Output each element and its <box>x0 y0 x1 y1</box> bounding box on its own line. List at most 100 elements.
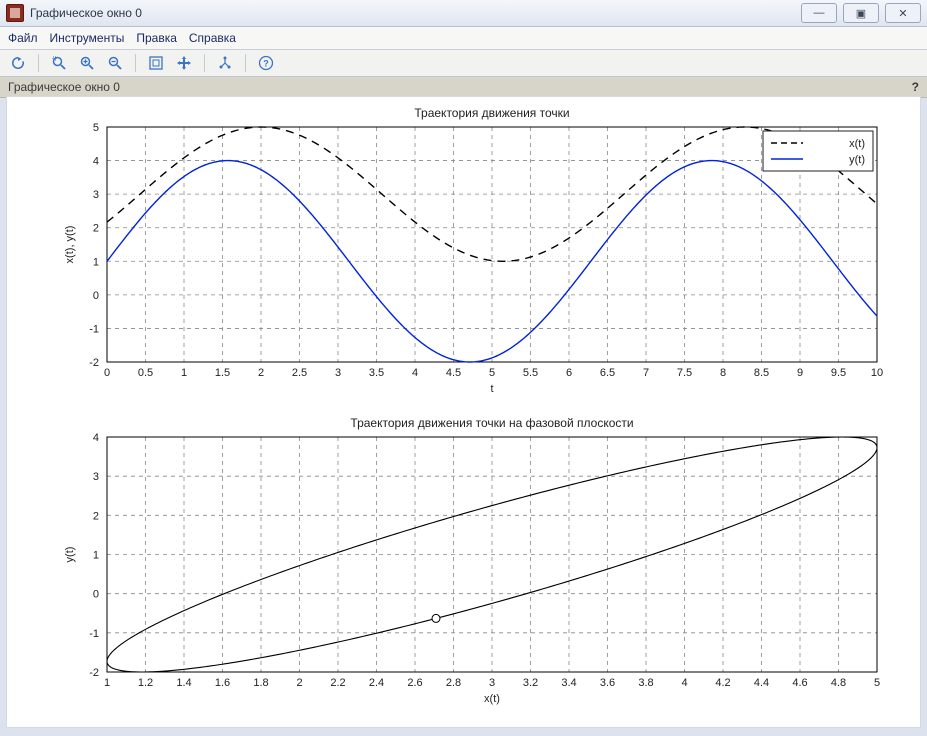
x-tick: 2.6 <box>407 677 422 689</box>
y-tick: 2 <box>93 223 99 235</box>
app-icon <box>6 4 24 22</box>
y-tick: 1 <box>93 550 99 562</box>
x-tick: 4.8 <box>831 677 846 689</box>
svg-text:?: ? <box>263 59 269 69</box>
x-tick: 9.5 <box>831 367 846 379</box>
minimize-button[interactable]: — <box>801 3 837 23</box>
x-tick: 2.2 <box>330 677 345 689</box>
y-tick: -2 <box>89 357 99 369</box>
titlebar[interactable]: Графическое окно 0 — ▣ ✕ <box>0 0 927 27</box>
menu-file[interactable]: Файл <box>8 31 38 45</box>
subheader: Графическое окно 0 ? <box>0 77 927 98</box>
rotate-icon[interactable] <box>6 52 30 74</box>
x-tick: 3.6 <box>600 677 615 689</box>
y-tick: 4 <box>93 156 99 168</box>
x-tick: 4.6 <box>792 677 807 689</box>
end-marker <box>432 614 440 622</box>
close-button[interactable]: ✕ <box>885 3 921 23</box>
x-tick: 2 <box>258 367 264 379</box>
chart-title: Траектория движения точки <box>414 106 569 120</box>
legend: x(t) y(t) <box>763 131 873 171</box>
menu-help[interactable]: Справка <box>189 31 236 45</box>
x-tick: 0 <box>104 367 110 379</box>
legend-label: y(t) <box>849 154 865 166</box>
y-tick: 4 <box>93 432 99 444</box>
x-axis-label: t <box>490 383 493 395</box>
y-tick: -1 <box>89 323 99 335</box>
y-tick: 2 <box>93 510 99 522</box>
y-axis-label: y(t) <box>64 547 76 563</box>
app-window: Графическое окно 0 — ▣ ✕ Файл Инструмент… <box>0 0 927 736</box>
menu-tools[interactable]: Инструменты <box>50 31 125 45</box>
zoom-area-icon[interactable] <box>47 52 71 74</box>
y-tick: 5 <box>93 122 99 134</box>
x-tick: 5.5 <box>523 367 538 379</box>
chart: Траектория движения точки 0 0.5 1 1.5 2 2.5 3 3.… <box>64 106 883 395</box>
y-tick: 3 <box>93 471 99 483</box>
y-tick: 3 <box>93 189 99 201</box>
zoom-in-icon[interactable] <box>75 52 99 74</box>
zoom-out-icon[interactable] <box>103 52 127 74</box>
menu-edit[interactable]: Правка <box>136 31 177 45</box>
y-tick: 1 <box>93 256 99 268</box>
x-tick: 0.5 <box>138 367 153 379</box>
x-tick: 1.8 <box>253 677 268 689</box>
x-tick: 8 <box>720 367 726 379</box>
chart: Траектория движения точки на фазовой пло… <box>64 416 880 705</box>
x-tick: 6.5 <box>600 367 615 379</box>
toolbar-separator <box>135 54 136 72</box>
tree-icon[interactable] <box>213 52 237 74</box>
help-icon[interactable]: ? <box>254 52 278 74</box>
y-tick: 0 <box>93 589 99 601</box>
x-tick: 4.4 <box>754 677 769 689</box>
menubar: Файл Инструменты Правка Справка <box>0 27 927 50</box>
x-tick: 4 <box>412 367 418 379</box>
chart-title: Траектория движения точки на фазовой пло… <box>350 416 633 430</box>
x-tick: 3 <box>335 367 341 379</box>
x-tick: 7 <box>643 367 649 379</box>
x-tick: 2.8 <box>446 677 461 689</box>
x-tick: 5 <box>874 677 880 689</box>
toolbar: ? <box>0 50 927 77</box>
x-tick: 8.5 <box>754 367 769 379</box>
x-tick: 3.5 <box>369 367 384 379</box>
plots-svg: Траектория движения точки 0 0.5 1 1.5 2 2.5 3 3.… <box>7 97 910 721</box>
toolbar-separator <box>204 54 205 72</box>
x-tick: 1 <box>181 367 187 379</box>
x-tick: 3.2 <box>523 677 538 689</box>
toolbar-separator <box>38 54 39 72</box>
x-tick: 1.6 <box>215 677 230 689</box>
x-axis-label: x(t) <box>484 693 500 705</box>
y-tick: -1 <box>89 628 99 640</box>
subheader-title: Графическое окно 0 <box>8 80 120 94</box>
x-tick: 3 <box>489 677 495 689</box>
x-tick: 4 <box>681 677 687 689</box>
x-tick: 4.5 <box>446 367 461 379</box>
x-tick: 3.4 <box>561 677 576 689</box>
x-tick: 1.2 <box>138 677 153 689</box>
x-tick: 1.4 <box>176 677 191 689</box>
x-tick: 9 <box>797 367 803 379</box>
x-tick: 10 <box>871 367 883 379</box>
maximize-button[interactable]: ▣ <box>843 3 879 23</box>
plot-canvas: Траектория движения точки 0 0.5 1 1.5 2 2.5 3 3.… <box>6 96 921 728</box>
toolbar-separator <box>245 54 246 72</box>
y-axis-label: x(t), y(t) <box>64 226 76 264</box>
x-tick: 4.2 <box>715 677 730 689</box>
x-tick: 5 <box>489 367 495 379</box>
y-tick: -2 <box>89 667 99 679</box>
x-tick: 2.5 <box>292 367 307 379</box>
subheader-help[interactable]: ? <box>912 80 919 94</box>
window-title: Графическое окно 0 <box>30 6 142 20</box>
x-tick: 6 <box>566 367 572 379</box>
x-tick: 2 <box>296 677 302 689</box>
x-tick: 3.8 <box>638 677 653 689</box>
legend-label: x(t) <box>849 138 865 150</box>
x-tick: 7.5 <box>677 367 692 379</box>
pan-icon[interactable] <box>172 52 196 74</box>
x-tick: 1 <box>104 677 110 689</box>
x-tick: 2.4 <box>369 677 384 689</box>
y-tick: 0 <box>93 290 99 302</box>
fit-icon[interactable] <box>144 52 168 74</box>
x-tick: 1.5 <box>215 367 230 379</box>
